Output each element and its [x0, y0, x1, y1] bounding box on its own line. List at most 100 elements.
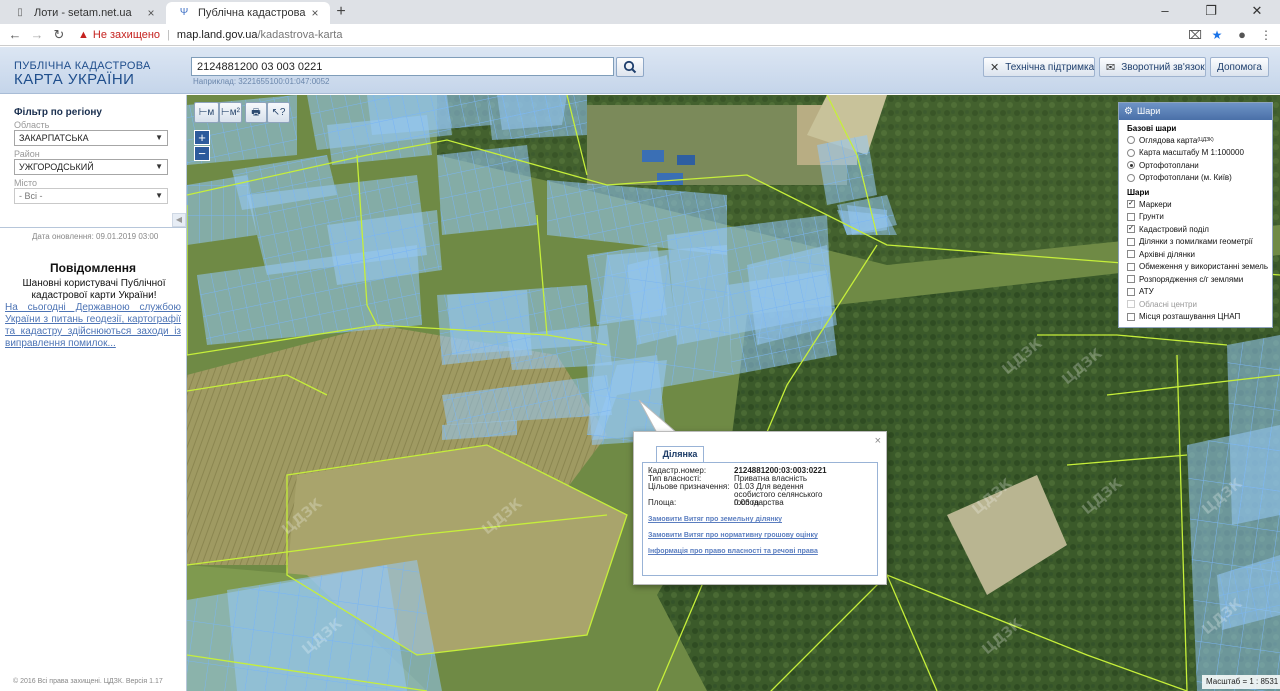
layer-label: Грунти: [1139, 212, 1164, 222]
browser-tab-setam[interactable]: ▯ Лоти - setam.net.ua ×: [2, 2, 166, 24]
measure-line-tool[interactable]: ⊢м: [194, 102, 219, 123]
minimize-button[interactable]: –: [1142, 0, 1188, 24]
layer-label: Оглядова карта: [1139, 135, 1198, 145]
support-button[interactable]: ✕ Технічна підтримка: [983, 57, 1095, 77]
layer-label: Карта масштабу М 1:100000: [1139, 148, 1244, 158]
gear-icon: ⚙: [1124, 106, 1133, 117]
layer-archive[interactable]: Архівні ділянки: [1119, 248, 1272, 261]
brand-line2: КАРТА УКРАЇНИ: [14, 71, 135, 88]
collapse-panel-button[interactable]: ◀: [172, 213, 186, 227]
radio[interactable]: [1127, 173, 1135, 182]
layer-agri-disposal[interactable]: Розпорядження с/г землями: [1119, 273, 1272, 286]
layer-label: АТУ: [1139, 287, 1154, 297]
layer-markers[interactable]: ✓ Маркери: [1119, 198, 1272, 211]
layer-label: Місця розташування ЦНАП: [1139, 312, 1241, 322]
order-extract-link[interactable]: Замовити Витяг про земельну ділянку: [648, 516, 782, 523]
order-valuation-link[interactable]: Замовити Витяг про нормативну грошову оц…: [648, 532, 818, 539]
checkbox[interactable]: [1127, 262, 1135, 271]
print-tool[interactable]: 🖶: [245, 102, 267, 123]
checkbox[interactable]: [1127, 250, 1135, 259]
map-view[interactable]: ЦДЗК ЦДЗК ЦДЗК ЦДЗК ЦДЗК ЦДЗК ЦДЗК ЦДЗК …: [187, 95, 1280, 691]
chevron-down-icon: ▼: [155, 191, 163, 200]
browser-tab-cadastre[interactable]: Ψ Публічна кадастрова карта Укр… ×: [166, 2, 330, 24]
layer-orthophoto[interactable]: Ортофотоплани: [1119, 159, 1272, 172]
insecure-label: Не захищено: [92, 29, 161, 41]
radio[interactable]: [1127, 161, 1135, 170]
close-icon[interactable]: ×: [144, 6, 158, 20]
news-greeting: Шановні користувачі Публічної кадастрово…: [22, 278, 166, 301]
layer-restrictions[interactable]: Обмеження у використанні земель: [1119, 261, 1272, 274]
layer-label: Архівні ділянки: [1139, 249, 1195, 259]
mail-icon: ✉: [1106, 61, 1116, 74]
forward-arrow-icon[interactable]: →: [28, 26, 46, 44]
page-icon: ▯: [17, 7, 23, 18]
popup-tab[interactable]: Ділянка: [656, 446, 704, 462]
measure-area-tool[interactable]: ⊢м²: [219, 102, 242, 123]
checkbox[interactable]: ✓: [1127, 200, 1135, 209]
menu-icon[interactable]: ⋮: [1258, 27, 1274, 43]
misto-label: Місто: [14, 178, 38, 188]
orthophoto-map[interactable]: ЦДЗК ЦДЗК ЦДЗК ЦДЗК ЦДЗК ЦДЗК ЦДЗК ЦДЗК …: [187, 95, 1280, 691]
support-label: Технічна підтримка: [1005, 61, 1095, 73]
layers-title: Шари: [1137, 106, 1161, 116]
scale-readout: Масштаб = 1 : 8531: [1202, 675, 1280, 689]
layer-geometry-errors[interactable]: Ділянки з помилками геометрії: [1119, 236, 1272, 249]
address-bar: ← → ↻ ▲ Не захищено | map.land.gov.ua /k…: [0, 24, 1280, 46]
url-field[interactable]: ▲ Не захищено | map.land.gov.ua /kadastr…: [78, 27, 342, 43]
search-input[interactable]: [191, 57, 614, 76]
maximize-button[interactable]: ❐: [1188, 0, 1234, 24]
zoom-in-button[interactable]: +: [194, 130, 210, 145]
misto-select[interactable]: - Всі - ▼: [14, 188, 168, 204]
zoom-out-button[interactable]: −: [194, 146, 210, 161]
layer-overview-map[interactable]: Оглядова карта (ЦДЗК): [1119, 134, 1272, 147]
plus-icon[interactable]: +: [332, 3, 350, 21]
checkbox[interactable]: ✓: [1127, 225, 1135, 234]
layer-label: Маркери: [1139, 199, 1172, 209]
checkbox[interactable]: [1127, 312, 1135, 321]
layer-cnap[interactable]: Місця розташування ЦНАП: [1119, 311, 1272, 324]
layer-atu[interactable]: АТУ: [1119, 286, 1272, 299]
misto-value: - Всі -: [19, 191, 43, 201]
panel-divider: [0, 227, 186, 228]
radio[interactable]: [1127, 148, 1135, 157]
popup-key: Цільове призначення:: [648, 482, 730, 491]
feedback-button[interactable]: ✉ Зворотний зв'язок: [1099, 57, 1206, 77]
popup-value: 0.06 га: [734, 498, 759, 507]
star-icon[interactable]: ★: [1209, 27, 1225, 43]
close-icon[interactable]: ×: [875, 435, 881, 447]
layer-label: Обмеження у використанні земель: [1139, 262, 1268, 272]
account-icon[interactable]: ●: [1234, 27, 1250, 43]
layer-map-100000[interactable]: Карта масштабу М 1:100000: [1119, 147, 1272, 160]
layer-soils[interactable]: Грунти: [1119, 211, 1272, 224]
layer-label: Ортофотоплани (м. Київ): [1139, 173, 1232, 183]
raion-select[interactable]: УЖГОРОДСЬКИЙ ▼: [14, 159, 168, 175]
popup-key: Площа:: [648, 498, 677, 507]
layer-regional-centers: Обласні центри: [1119, 298, 1272, 311]
tab-title: Лоти - setam.net.ua: [34, 7, 132, 19]
radio[interactable]: [1127, 136, 1135, 145]
search-button[interactable]: [616, 57, 644, 77]
layer-cadastral[interactable]: ✓ Кадастровий поділ: [1119, 223, 1272, 236]
help-button[interactable]: Допомога: [1210, 57, 1269, 77]
layers-header[interactable]: ⚙ Шари: [1119, 103, 1272, 120]
ownership-info-link[interactable]: Інформація про право власності та речові…: [648, 548, 818, 555]
news-title: Повідомлення: [50, 261, 136, 275]
trident-icon: Ψ: [179, 7, 189, 18]
layer-label: Ділянки з помилками геометрії: [1139, 237, 1253, 247]
close-window-button[interactable]: ✕: [1234, 0, 1280, 24]
identify-tool[interactable]: ↖?: [267, 102, 290, 123]
checkbox[interactable]: [1127, 212, 1135, 221]
checkbox[interactable]: [1127, 237, 1135, 246]
layers-panel: ⚙ Шари Базові шари Оглядова карта (ЦДЗК)…: [1118, 102, 1273, 328]
close-icon[interactable]: ×: [308, 6, 322, 20]
translate-icon[interactable]: ⌧: [1187, 27, 1203, 43]
back-arrow-icon[interactable]: ←: [6, 26, 24, 44]
layer-orthophoto-kyiv[interactable]: Ортофотоплани (м. Київ): [1119, 172, 1272, 185]
news-link[interactable]: На сьогодні Державною службою України з …: [5, 302, 181, 350]
search-hint: Наприклад: 3221655100:01:047:0052: [193, 77, 330, 86]
reload-icon[interactable]: ↻: [50, 26, 68, 44]
oblast-select[interactable]: ЗАКАРПАТСЬКА ▼: [14, 130, 168, 146]
copyright: © 2016 Всі права захищені. ЦДЗК. Версія …: [13, 678, 163, 685]
checkbox[interactable]: [1127, 275, 1135, 284]
checkbox[interactable]: [1127, 287, 1135, 296]
